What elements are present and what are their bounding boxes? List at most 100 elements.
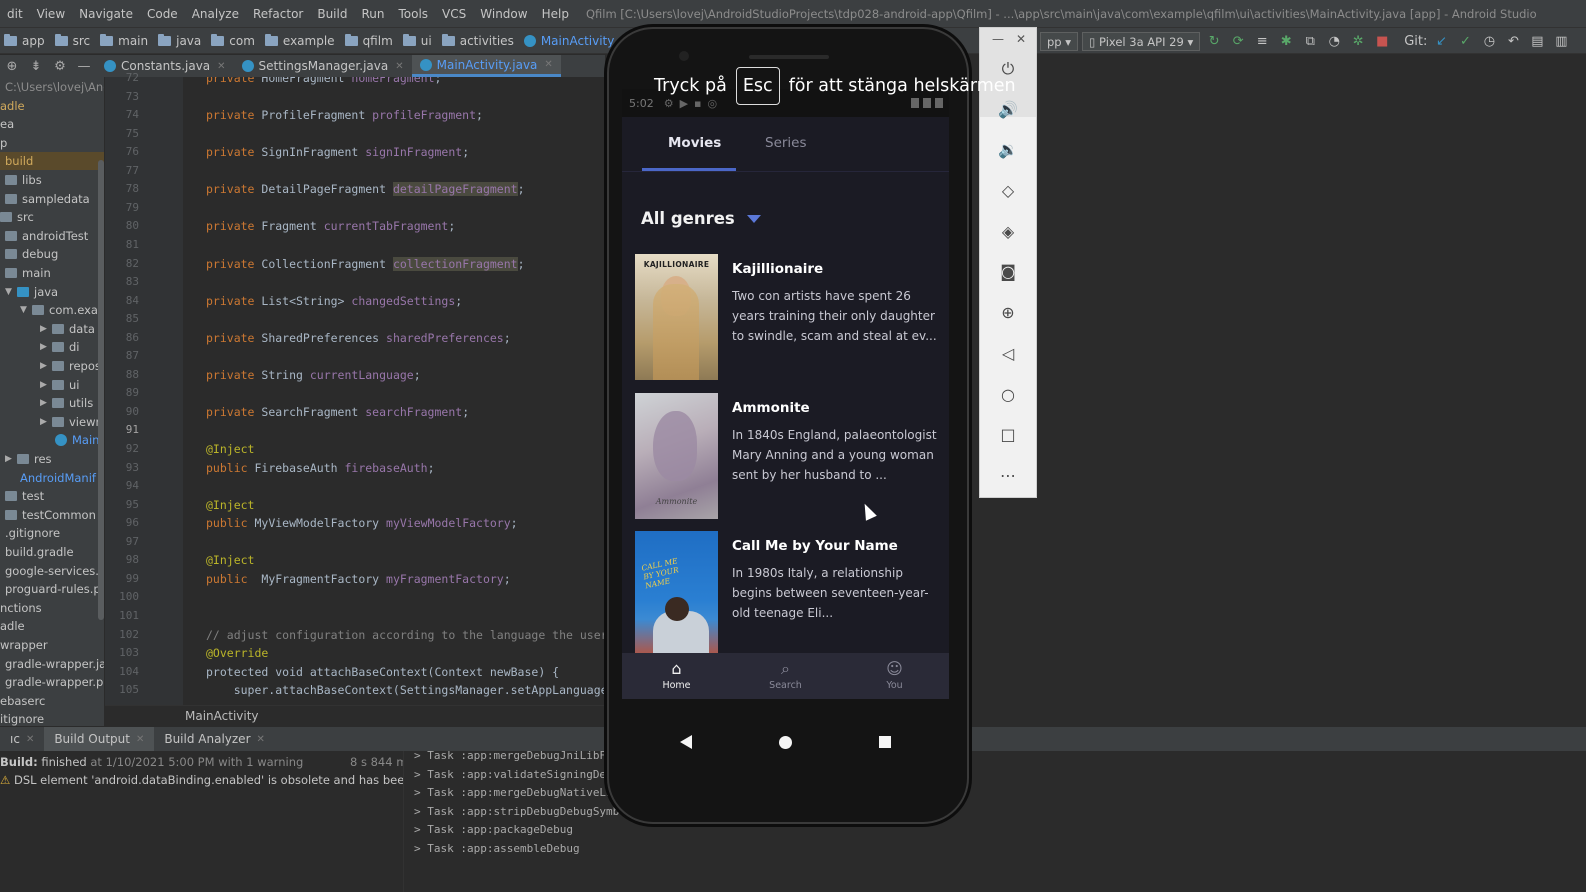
chevron-down-icon[interactable]: ▼	[5, 283, 15, 301]
project-tree-item[interactable]: ▼ java	[5, 283, 58, 301]
logcat-icon[interactable]: ≡	[1252, 32, 1272, 52]
project-tree-item[interactable]: build.gradle	[5, 543, 74, 561]
chevron-right-icon[interactable]: ▶	[40, 357, 50, 375]
back-icon[interactable]: ◁	[997, 342, 1019, 364]
menu-code[interactable]: Code	[140, 7, 185, 21]
menu-tools[interactable]: Tools	[391, 7, 435, 21]
menu-analyze[interactable]: Analyze	[185, 7, 246, 21]
crumb-ui[interactable]: ui	[399, 33, 438, 48]
apply-changes-icon[interactable]: ↻	[1204, 32, 1224, 52]
project-tree-item[interactable]: google-services.json	[5, 562, 104, 580]
chevron-down-icon[interactable]: ▼	[20, 301, 30, 319]
project-tree-item[interactable]: ebaserc	[0, 692, 45, 710]
overview-icon[interactable]	[878, 736, 891, 748]
crumb-qfilm[interactable]: qfilm	[341, 33, 399, 48]
zoom-icon[interactable]: ⊕	[997, 301, 1019, 323]
menu-edit[interactable]: dit	[0, 7, 30, 21]
project-tree-item[interactable]: AndroidManif	[20, 469, 96, 487]
crumb-main[interactable]: main	[96, 33, 154, 48]
tab-movies[interactable]: Movies	[668, 135, 721, 151]
close-icon[interactable]: ✕	[136, 734, 144, 745]
project-tree-item[interactable]: ▶ viewm	[40, 413, 104, 431]
project-tree-item[interactable]: src	[0, 208, 34, 226]
debug-icon[interactable]: ✱	[1276, 32, 1296, 52]
project-tree-item[interactable]: build	[0, 152, 104, 171]
tab-mainactivity[interactable]: MainActivity.java ✕	[411, 55, 561, 77]
git-update-icon[interactable]: ↙	[1431, 32, 1451, 52]
project-tree-item[interactable]: p	[0, 134, 7, 152]
project-tree-item[interactable]: proguard-rules.pro	[5, 580, 104, 598]
stop-icon[interactable]: ■	[1372, 32, 1392, 52]
project-tree-item[interactable]: adle	[0, 617, 25, 635]
menu-help[interactable]: Help	[535, 7, 576, 21]
movie-card[interactable]: KAJILLIONAIRE Kajillionaire Two con arti…	[635, 254, 945, 380]
menu-refactor[interactable]: Refactor	[246, 7, 310, 21]
project-tree-item[interactable]: adle	[0, 97, 25, 115]
chevron-right-icon[interactable]: ▶	[40, 376, 50, 394]
crumb-src[interactable]: src	[51, 33, 97, 48]
crumb-java[interactable]: java	[154, 33, 207, 48]
nav-search[interactable]: ⌕ Search	[731, 653, 840, 699]
project-tree-item[interactable]: gradle-wrapper.ja	[5, 655, 104, 673]
chevron-right-icon[interactable]: >	[414, 842, 427, 855]
device-select[interactable]: ▯ Pixel 3a API 29 ▾	[1082, 32, 1201, 51]
menu-build[interactable]: Build	[310, 7, 354, 21]
genre-dropdown[interactable]: All genres	[641, 209, 761, 228]
close-icon[interactable]: ✕	[217, 61, 225, 72]
tab-series[interactable]: Series	[765, 135, 807, 151]
project-tree-item[interactable]: test	[5, 487, 44, 505]
chevron-right-icon[interactable]: ▶	[40, 338, 50, 356]
home-icon[interactable]	[778, 735, 792, 749]
movie-card[interactable]: CALL ME BY YOUR NAME Call Me by Your Nam…	[635, 531, 945, 657]
rollback-icon[interactable]: ↶	[1503, 32, 1523, 52]
project-structure-icon[interactable]: ▤	[1527, 32, 1547, 52]
project-tree-item[interactable]: ▼ com.exam	[20, 301, 104, 319]
tab-build-analyzer[interactable]: Build Analyzer ✕	[154, 727, 275, 751]
project-tree-item[interactable]: ea	[0, 115, 14, 133]
chevron-right-icon[interactable]: ▶	[5, 450, 15, 468]
menu-window[interactable]: Window	[473, 7, 534, 21]
collapse-all-icon[interactable]: ⇟	[24, 59, 48, 74]
project-tree-item[interactable]: androidTest	[5, 227, 88, 245]
menu-run[interactable]: Run	[354, 7, 391, 21]
project-tree-item[interactable]: ▶ di	[40, 338, 80, 356]
close-icon[interactable]: ✕	[257, 734, 265, 745]
chevron-right-icon[interactable]: >	[414, 823, 427, 836]
chevron-right-icon[interactable]: ▶	[40, 413, 50, 431]
esc-key[interactable]: Esc	[735, 67, 780, 105]
tab-settingsmanager[interactable]: SettingsManager.java ✕	[234, 55, 412, 77]
git-commit-icon[interactable]: ✓	[1455, 32, 1475, 52]
menu-navigate[interactable]: Navigate	[72, 7, 140, 21]
menu-vcs[interactable]: VCS	[435, 7, 473, 21]
tab-build-output[interactable]: Build Output ✕	[44, 727, 155, 751]
project-tree-item[interactable]: debug	[5, 245, 58, 263]
chevron-right-icon[interactable]: >	[414, 805, 427, 818]
camera-icon[interactable]: ◙	[997, 260, 1019, 282]
project-tree-item[interactable]: ▶ ui	[40, 376, 79, 394]
project-item-mainactivity[interactable]: MainA	[55, 431, 104, 449]
crumb-com[interactable]: com	[207, 33, 261, 48]
close-icon[interactable]: ✕	[1016, 32, 1026, 46]
rotate-right-icon[interactable]: ◈	[997, 220, 1019, 242]
chevron-right-icon[interactable]: >	[414, 749, 427, 762]
movie-card[interactable]: Ammonite Ammonite In 1840s England, pala…	[635, 393, 945, 519]
locate-icon[interactable]: ⊕	[0, 59, 24, 74]
close-icon[interactable]: ✕	[26, 734, 34, 745]
coverage-icon[interactable]: ✲	[1348, 32, 1368, 52]
close-icon[interactable]: ✕	[395, 61, 403, 72]
profile-icon[interactable]: ◔	[1324, 32, 1344, 52]
chevron-right-icon[interactable]: >	[414, 768, 427, 781]
chevron-right-icon[interactable]: ▶	[40, 320, 50, 338]
nav-home[interactable]: ⌂ Home	[622, 653, 731, 699]
chevron-right-icon[interactable]: ▶	[40, 394, 50, 412]
rotate-left-icon[interactable]: ◇	[997, 179, 1019, 201]
apply-code-changes-icon[interactable]: ⟳	[1228, 32, 1248, 52]
history-icon[interactable]: ◷	[1479, 32, 1499, 52]
project-tree-item[interactable]: ▶ utils	[40, 394, 93, 412]
project-tree-item[interactable]: gradle-wrapper.p	[5, 673, 103, 691]
project-tree-item[interactable]: itignore	[0, 710, 44, 726]
chevron-right-icon[interactable]: >	[414, 786, 427, 799]
minimize-icon[interactable]: —	[992, 32, 1004, 46]
overview-icon[interactable]: □	[997, 423, 1019, 445]
tab-sync[interactable]: ıc ✕	[0, 727, 44, 751]
